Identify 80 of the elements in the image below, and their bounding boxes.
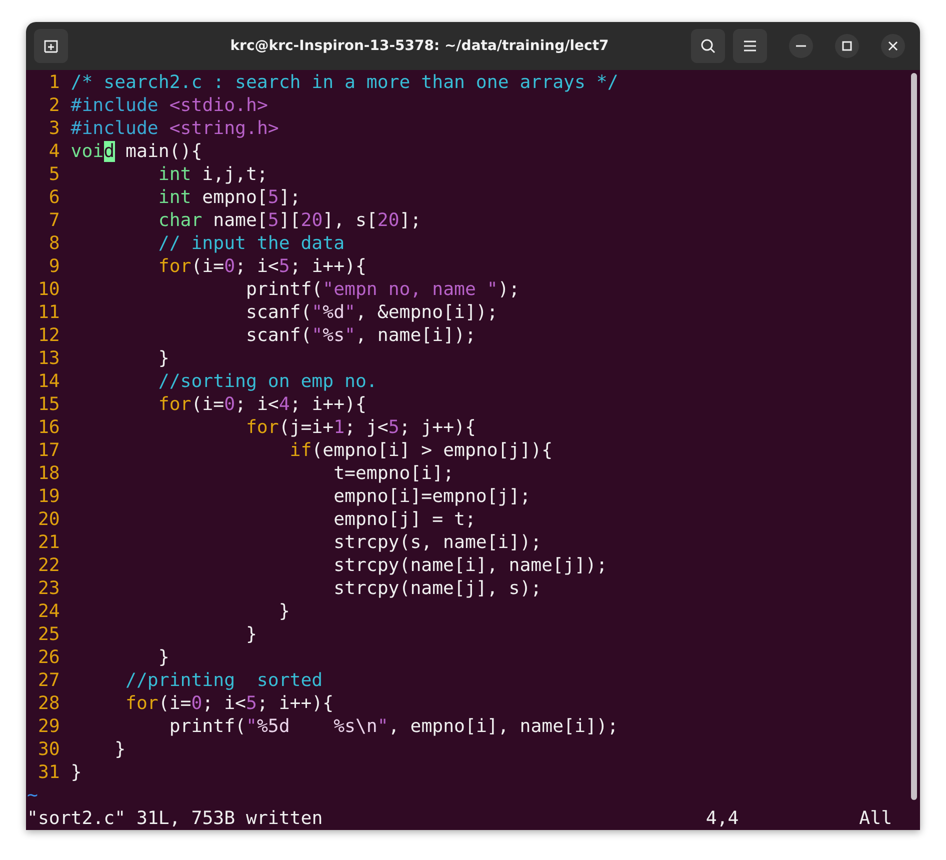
code-line: for(i=0; i<5; i++){ (158, 255, 366, 278)
line-number: 25 (36, 623, 60, 646)
code-line: empno[i]=empno[j]; (334, 485, 531, 508)
code-line: scanf("%d", &empno[i]); (246, 301, 498, 324)
line-number: 6 (48, 186, 60, 209)
code-line: } (246, 623, 257, 646)
line-number: 26 (36, 646, 60, 669)
code-line: int empno[5]; (158, 186, 301, 209)
line-number: 1 (48, 71, 60, 94)
line-number: 29 (36, 715, 60, 738)
line-number: 5 (48, 163, 60, 186)
line-number: 10 (36, 278, 60, 301)
scrollbar[interactable] (911, 73, 917, 800)
new-tab-button[interactable] (34, 29, 68, 63)
code-line: //printing sorted (126, 669, 323, 692)
code-line: char name[5][20], s[20]; (158, 209, 422, 232)
line-number: 16 (36, 416, 60, 439)
line-number: 21 (36, 531, 60, 554)
line-number: 18 (36, 462, 60, 485)
line-number: 7 (48, 209, 60, 232)
line-number: 13 (36, 347, 60, 370)
code-line: scanf("%s", name[i]); (246, 324, 476, 347)
code-line: printf("empn no, name "); (246, 278, 520, 301)
code-line: //sorting on emp no. (158, 370, 378, 393)
line-number: 31 (36, 761, 60, 784)
line-number: 9 (48, 255, 60, 278)
minimize-button[interactable] (789, 34, 813, 58)
code-line: strcpy(s, name[i]); (334, 531, 542, 554)
code-line: strcpy(name[j], s); (334, 577, 542, 600)
code-line: void main(){ (70, 140, 202, 163)
window-title: krc@krc-Inspiron-13-5378: ~/data/training/lect7 (229, 38, 610, 54)
maximize-button[interactable] (835, 34, 859, 58)
line-number: 8 (48, 232, 60, 255)
scroll-position: All (859, 807, 892, 830)
cursor-position: 4,4 (706, 807, 740, 830)
line-number: 2 (48, 94, 60, 117)
menu-icon (743, 40, 757, 52)
line-number: 15 (36, 393, 60, 416)
code-line: } (278, 600, 290, 623)
line-number: 19 (36, 485, 60, 508)
code-line: strcpy(name[i], name[j]); (334, 554, 608, 577)
maximize-icon (842, 41, 852, 51)
line-number: 30 (36, 738, 60, 761)
line-number: 22 (36, 554, 60, 577)
menu-button[interactable] (733, 29, 767, 63)
close-icon (888, 41, 898, 51)
code-line: } (158, 347, 170, 370)
line-number: 20 (36, 508, 60, 531)
close-button[interactable] (881, 34, 905, 58)
line-number: 12 (36, 324, 60, 347)
line-number: 28 (36, 692, 60, 715)
status-message: "sort2.c" 31L, 753B written (27, 807, 324, 830)
code-line: } (158, 646, 170, 669)
line-number: 11 (36, 301, 60, 324)
line-number: 23 (36, 577, 60, 600)
code-line: for(i=0; i<5; i++){ (126, 692, 334, 715)
code-line: /* search2.c : search in a more than one arrays */ (70, 71, 618, 94)
code-line: int i,j,t; (158, 163, 268, 186)
line-number: 4 (48, 140, 60, 163)
code-line: for(i=0; i<4; i++){ (158, 393, 366, 416)
code-line: empno[j] = t; (334, 508, 476, 531)
line-number: 27 (36, 669, 60, 692)
code-line: } (114, 738, 126, 761)
minimize-icon (796, 45, 806, 47)
code-line: printf("%5d %s\n", empno[i], name[i]); (169, 715, 618, 738)
new-tab-icon (43, 38, 59, 54)
line-number: 17 (36, 439, 60, 462)
code-line: #include <string.h> (70, 117, 279, 140)
code-line: #include <stdio.h> (70, 94, 268, 117)
code-line: for(j=i+1; j<5; j++){ (246, 416, 476, 439)
code-line: } (70, 761, 82, 784)
line-number: 3 (48, 117, 60, 140)
empty-line-marker: ~ (27, 784, 38, 807)
line-number: 24 (36, 600, 60, 623)
line-number: 14 (36, 370, 60, 393)
code-line: // input the data (158, 232, 345, 255)
search-button[interactable] (691, 29, 725, 63)
code-line: if(empno[i] > empno[j]){ (290, 439, 553, 462)
code-line: t=empno[i]; (334, 462, 454, 485)
search-icon (700, 38, 716, 54)
